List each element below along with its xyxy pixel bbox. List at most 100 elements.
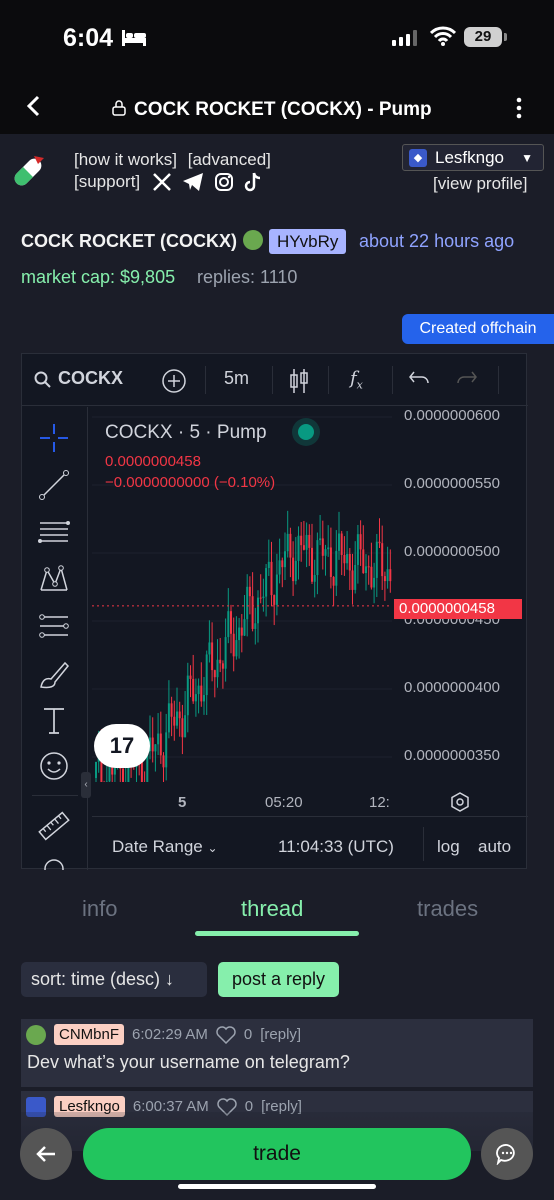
undo-icon[interactable] — [408, 370, 430, 388]
more-options-icon[interactable] — [512, 96, 526, 120]
bed-icon — [122, 30, 146, 46]
candle-body — [362, 549, 365, 574]
post-reply-button[interactable]: post a reply — [218, 962, 339, 997]
candle-body — [173, 716, 176, 726]
back-button[interactable] — [20, 1128, 72, 1180]
reply-username[interactable]: CNMbnF — [54, 1024, 125, 1045]
user-dropdown[interactable]: ◆ Lesfkngo ▼ — [402, 144, 544, 171]
add-symbol-icon[interactable] — [161, 368, 187, 394]
candle-body — [157, 733, 160, 745]
candle-body — [270, 561, 273, 596]
sort-button[interactable]: sort: time (desc) ↓ — [21, 962, 207, 997]
candle-body — [238, 627, 241, 641]
created-offchain-button[interactable]: Created offchain — [402, 314, 554, 344]
zoom-icon[interactable] — [37, 855, 71, 870]
advanced-link[interactable]: [advanced] — [188, 150, 271, 169]
view-profile-link[interactable]: [view profile] — [433, 174, 527, 194]
creator-badge[interactable]: HYvbRy — [269, 229, 347, 254]
log-toggle[interactable]: log — [437, 837, 460, 857]
crosshair-icon[interactable] — [37, 421, 71, 455]
social-links: [support] — [74, 172, 262, 192]
pattern-icon[interactable] — [37, 562, 71, 596]
text-tool-icon[interactable] — [37, 703, 71, 737]
candle-body — [365, 566, 367, 574]
support-link[interactable]: [support] — [74, 172, 140, 192]
date-range-button[interactable]: Date Range ⌄ — [112, 837, 218, 857]
reply-link[interactable]: [reply] — [260, 1026, 301, 1043]
candle-body — [205, 654, 208, 696]
token-name: COCK ROCKET (COCKX) — [21, 231, 237, 251]
trend-line-icon[interactable] — [37, 468, 71, 502]
candle-body — [178, 711, 181, 719]
candle-body — [370, 566, 373, 588]
candle-body — [316, 540, 319, 576]
how-it-works-link[interactable]: [how it works] — [74, 150, 177, 169]
emoji-icon[interactable] — [37, 749, 71, 783]
auto-toggle[interactable]: auto — [478, 837, 511, 857]
indicators-icon[interactable]: fx — [350, 368, 363, 392]
candle-body — [235, 640, 238, 657]
candle-body — [159, 733, 162, 756]
user-avatar: ◆ — [409, 148, 427, 167]
brush-icon[interactable] — [37, 657, 71, 691]
candle-body — [262, 596, 265, 599]
candle-body — [259, 597, 262, 599]
telegram-icon[interactable] — [182, 172, 204, 192]
candle-body — [248, 586, 251, 597]
signal-icon — [392, 30, 417, 46]
status-time: 6:04 — [63, 24, 114, 52]
candle-body — [284, 551, 286, 568]
chat-button[interactable] — [481, 1128, 533, 1180]
x-tick-label: 12: — [369, 794, 390, 811]
status-bar: 6:04 29 — [0, 0, 554, 78]
candle-body — [294, 560, 297, 582]
candle-body — [343, 554, 346, 564]
interval-button[interactable]: 5m — [224, 368, 249, 389]
active-tab-indicator — [195, 931, 359, 936]
reply-header: CNMbnF 6:02:29 AM 0 [reply] — [26, 1024, 301, 1045]
fib-lines-icon[interactable] — [37, 515, 71, 549]
candles-icon[interactable] — [289, 367, 309, 395]
tradingview-logo[interactable]: 17 — [94, 724, 150, 768]
candle-body — [286, 533, 289, 552]
user-name: Lesfkngo — [435, 147, 504, 167]
back-chevron-icon[interactable] — [24, 94, 44, 118]
y-tick-label: 0.0000000600 — [404, 407, 500, 424]
market-status-icon — [298, 424, 314, 440]
reply-item: CNMbnF 6:02:29 AM 0 [reply] Dev what’s y… — [21, 1019, 533, 1087]
settings-icon[interactable] — [450, 792, 470, 812]
tab-trades[interactable]: trades — [417, 896, 478, 922]
symbol-search[interactable]: COCKX — [58, 368, 123, 389]
candle-body — [122, 768, 124, 782]
candle-body — [302, 545, 305, 550]
tiktok-icon[interactable] — [244, 172, 262, 192]
like-count: 0 — [243, 1026, 253, 1043]
candle-body — [292, 557, 295, 582]
ruler-icon[interactable] — [37, 809, 71, 843]
pump-logo-icon[interactable] — [8, 152, 48, 192]
candle-body — [211, 642, 214, 671]
candle-body — [383, 576, 386, 582]
candle-body — [356, 534, 359, 565]
candle-body — [176, 711, 178, 726]
candle-body — [321, 538, 324, 556]
instagram-icon[interactable] — [214, 172, 234, 192]
candle-body — [332, 576, 335, 586]
trade-button[interactable]: trade — [83, 1128, 471, 1180]
heart-icon[interactable] — [216, 1025, 236, 1044]
utc-time[interactable]: 11:04:33 (UTC) — [278, 837, 394, 857]
legend-change: −0.0000000000 (−0.10%) — [105, 474, 276, 491]
candle-body — [154, 744, 157, 752]
collapse-toolbar-icon[interactable]: ‹ — [81, 772, 91, 798]
candle-body — [227, 611, 230, 638]
forecast-icon[interactable] — [37, 609, 71, 643]
arrow-left-icon — [36, 1146, 55, 1162]
candle-body — [230, 611, 232, 634]
tab-thread[interactable]: thread — [241, 896, 303, 922]
candle-body — [289, 533, 292, 558]
price-chart[interactable]: COCKX 5m fx COCKX · 5 · Pump 0.000000045… — [21, 353, 528, 870]
x-icon[interactable] — [152, 172, 172, 192]
search-icon[interactable] — [34, 371, 52, 389]
tab-info[interactable]: info — [82, 896, 117, 922]
redo-icon[interactable] — [456, 370, 478, 388]
